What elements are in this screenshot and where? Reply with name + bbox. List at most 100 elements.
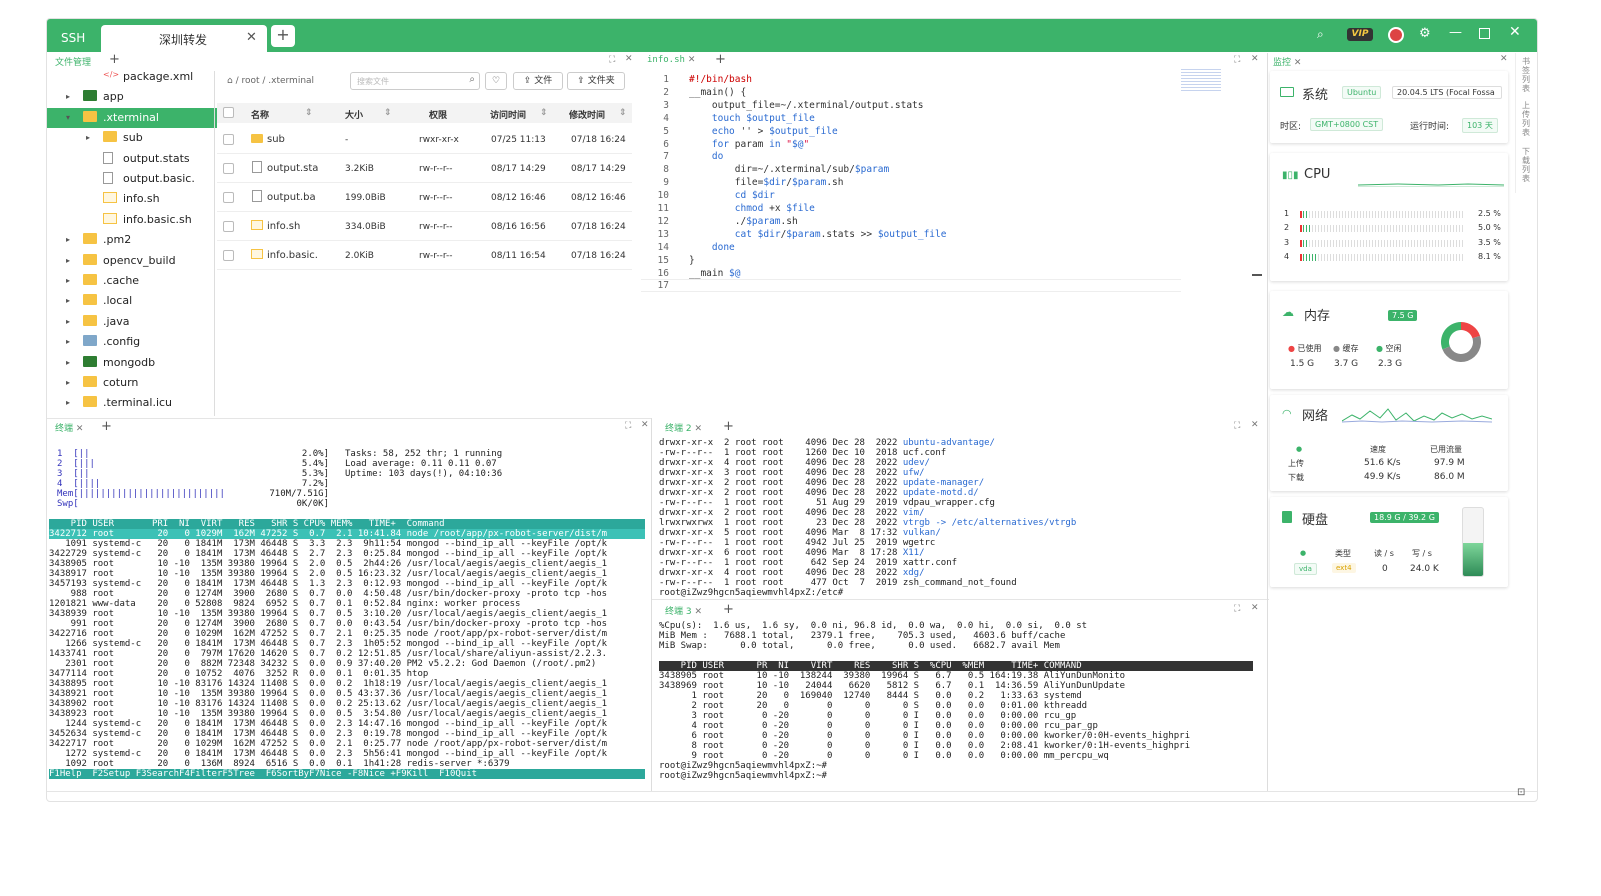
ls-filename[interactable]: vim/ <box>903 508 925 518</box>
process-row[interactable]: 3438905 root 10 -10 138244 39380 19964 S… <box>659 671 1125 681</box>
ls-filename[interactable]: xattr.conf <box>903 558 957 568</box>
process-row[interactable]: 1091 systemd-c 20 0 1841M 173M 46448 S 3… <box>49 539 607 549</box>
bookmarks-side-tab[interactable]: 书签列表 <box>1522 57 1532 93</box>
process-row[interactable]: 1433741 root 20 0 797M 17620 14620 S 0.7… <box>49 649 607 659</box>
ls-filename[interactable]: wgetrc <box>903 538 936 548</box>
file-row[interactable]: output.sta 3.2KiB rw-r--r-- 08/17 14:29 08/1… <box>217 154 632 183</box>
code-line[interactable]: cat $dir/$param.stats >> $output_file <box>689 229 947 240</box>
col-modify-time[interactable]: 修改时间 <box>569 108 605 121</box>
process-row[interactable]: 2301 root 20 0 882M 72348 34232 S 0.0 0.… <box>49 659 596 669</box>
code-line[interactable]: for param in "$@" <box>689 139 809 150</box>
col-size[interactable]: 大小 <box>345 108 363 121</box>
tree-item[interactable]: info.basic.sh <box>47 210 217 230</box>
process-row[interactable]: 3477114 root 20 0 10752 4076 3252 R 0.0 … <box>49 669 428 679</box>
process-row[interactable]: 3438939 root 10 -10 135M 39380 19964 S 0… <box>49 609 607 619</box>
upload-folder-button[interactable]: ⇪ 文件夹 <box>567 72 625 90</box>
close-panel-icon[interactable]: ✕ <box>1251 420 1259 430</box>
process-row[interactable]: 1272 systemd-c 20 0 1841M 173M 46448 S 0… <box>49 749 607 759</box>
terminal-3-tab[interactable]: 终端 3 ✕ <box>665 604 702 620</box>
scrollbar-thumb[interactable] <box>1252 274 1262 276</box>
code-line[interactable]: do <box>689 151 723 162</box>
process-row[interactable]: 1201821 www-data 20 0 52808 9824 6952 S … <box>49 599 520 609</box>
add-terminal-button[interactable]: + <box>723 602 734 617</box>
ls-filename[interactable]: zsh_command_not_found <box>903 578 1017 588</box>
chevron-right-icon[interactable]: ▸ <box>66 358 70 367</box>
tree-item[interactable]: output.basic. <box>47 169 217 189</box>
breadcrumb[interactable]: ⌂ / root / .xterminal <box>227 76 314 86</box>
process-row[interactable]: 3422716 root 20 0 1029M 162M 47252 S 0.7… <box>49 629 607 639</box>
expand-icon[interactable]: ⛶ <box>1234 421 1240 431</box>
code-line[interactable]: } <box>689 255 695 266</box>
ls-terminal[interactable]: drwxr-xr-x 2 root root 4096 Dec 28 2022 … <box>659 437 1259 599</box>
sort-icon[interactable]: ⇕ <box>540 108 548 118</box>
ls-filename[interactable]: update-manager/ <box>903 478 984 488</box>
process-row[interactable]: 3422717 root 20 0 1029M 162M 47252 S 0.0… <box>49 739 607 749</box>
row-checkbox[interactable] <box>223 163 234 174</box>
file-row[interactable]: output.ba 199.0BiB rw-r--r-- 08/12 16:46 08/… <box>217 183 632 212</box>
file-row[interactable]: sub - rwxr-xr-x 07/25 11:13 07/18 16:24 <box>217 125 632 154</box>
close-tab-icon[interactable]: ✕ <box>694 607 702 617</box>
tree-item[interactable]: ▸ .terminal.icu <box>47 393 217 413</box>
tree-item[interactable]: ▸ .pm2 <box>47 230 217 250</box>
code-line[interactable]: __main $@ <box>689 268 741 279</box>
monitor-tab[interactable]: 监控 ✕ <box>1273 55 1301 71</box>
sort-icon[interactable]: ⇕ <box>305 108 313 118</box>
expand-icon[interactable]: ⛶ <box>1234 604 1240 614</box>
tree-item[interactable]: </> package.xml <box>47 67 217 87</box>
code-line[interactable]: done <box>689 242 735 253</box>
chevron-right-icon[interactable]: ▸ <box>66 256 70 265</box>
ls-filename[interactable]: X11/ <box>903 548 925 558</box>
ls-filename[interactable]: ucf.conf <box>903 448 946 458</box>
close-tab-icon[interactable]: ✕ <box>688 55 696 65</box>
add-tab-button[interactable]: + <box>271 25 295 47</box>
tree-item[interactable]: ▸ .config <box>47 332 217 352</box>
process-row[interactable]: 3438923 root 10 -10 135M 39380 19964 S 0… <box>49 709 607 719</box>
search-icon[interactable]: ⌕ <box>1317 27 1324 42</box>
chevron-right-icon[interactable]: ▸ <box>66 235 70 244</box>
sort-icon[interactable]: ⇕ <box>384 108 392 118</box>
process-row[interactable]: 3438969 root 10 -10 24044 6620 5812 S 6.… <box>659 681 1125 691</box>
close-panel-icon[interactable]: ✕ <box>1251 54 1259 64</box>
downloads-side-tab[interactable]: 下载列表 <box>1522 147 1532 183</box>
tree-item[interactable]: ▸ sub <box>47 128 217 148</box>
process-row[interactable]: 3457193 systemd-c 20 0 1841M 173M 46448 … <box>49 579 607 589</box>
htop-function-keys[interactable]: F1Help F2Setup F3SearchF4FilterF5Tree F6… <box>49 769 645 779</box>
close-panel-icon[interactable]: ✕ <box>641 420 649 430</box>
tab-ssh[interactable]: SSH <box>61 31 85 45</box>
chevron-right-icon[interactable]: ▸ <box>86 133 90 142</box>
code-line[interactable]: echo '' > $output_file <box>689 126 838 137</box>
close-window-icon[interactable]: ✕ <box>1509 24 1521 40</box>
chevron-right-icon[interactable]: ▸ <box>66 337 70 346</box>
col-permission[interactable]: 权限 <box>429 108 447 121</box>
add-editor-button[interactable]: + <box>715 52 726 67</box>
tree-item[interactable]: info.sh <box>47 189 217 209</box>
process-row[interactable]: 3438905 root 10 -10 135M 39380 19964 S 2… <box>49 559 607 569</box>
close-panel-icon[interactable]: ✕ <box>1251 603 1259 613</box>
process-row[interactable]: 3422729 systemd-c 20 0 1841M 173M 46448 … <box>49 549 607 559</box>
row-checkbox[interactable] <box>223 192 234 203</box>
file-row[interactable]: info.basic. 2.0KiB rw-r--r-- 08/11 16:54 07/… <box>217 241 632 270</box>
code-line[interactable]: dir=~/.xterminal/sub/$param <box>689 164 889 175</box>
search-input[interactable]: 搜索文件 ⌕ <box>350 72 480 90</box>
process-row[interactable]: 3438902 root 10 -10 83176 14324 11408 S … <box>49 699 607 709</box>
ls-filename[interactable]: ubuntu-advantage/ <box>903 438 995 448</box>
process-row[interactable]: 988 root 20 0 1274M 3900 2680 S 0.7 0.0 … <box>49 589 607 599</box>
ls-filename[interactable]: ufw/ <box>903 468 925 478</box>
row-checkbox[interactable] <box>223 221 234 232</box>
file-row[interactable]: info.sh 334.0BiB rw-r--r-- 08/16 16:56 07/18… <box>217 212 632 241</box>
process-row[interactable]: 3452634 systemd-c 20 0 1841M 173M 46448 … <box>49 729 607 739</box>
minimize-icon[interactable]: — <box>1449 25 1462 40</box>
ls-filename[interactable]: update-motd.d/ <box>903 488 979 498</box>
process-row[interactable]: 3 root 0 -20 0 0 0 I 0.0 0.0 0:00.00 rcu… <box>659 711 1077 721</box>
process-row[interactable]: 4 root 0 -20 0 0 0 I 0.0 0.0 0:00.00 rcu… <box>659 721 1098 731</box>
col-name[interactable]: 名称 <box>251 108 269 121</box>
tree-item[interactable]: ▸ .local <box>47 291 217 311</box>
chevron-right-icon[interactable]: ▸ <box>66 398 70 407</box>
expand-icon[interactable]: ⛶ <box>609 55 615 65</box>
sort-icon[interactable]: ⇕ <box>619 108 627 118</box>
tab-shenzhen[interactable]: 深圳转发 ✕ <box>101 25 267 52</box>
add-terminal-button[interactable]: + <box>723 419 734 434</box>
code-line[interactable]: output_file=~/.xterminal/output.stats <box>689 100 924 111</box>
ls-filename[interactable]: vtrgb -> /etc/alternatives/vtrgb <box>903 518 1076 528</box>
favorite-button[interactable]: ♡ <box>485 72 507 90</box>
